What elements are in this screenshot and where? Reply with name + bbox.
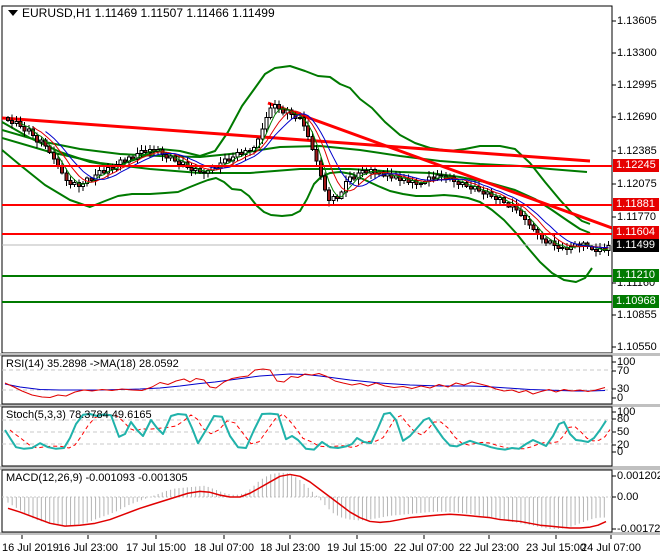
rsi-axis-label: 0: [617, 392, 624, 404]
macd-axis-label: 0.001202: [617, 470, 660, 482]
price-badge-1.10968: 1.10968: [613, 295, 659, 308]
main-plot-area[interactable]: [1, 5, 613, 354]
time-axis-label: 17 Jul 15:00: [126, 542, 186, 554]
symbol-dropdown-icon[interactable]: [8, 10, 18, 16]
price-badge-1.11499: 1.11499: [613, 239, 659, 252]
price-badge-1.12245: 1.12245: [613, 159, 659, 172]
chart-title: EURUSD,H1 1.11469 1.11507 1.11466 1.1149…: [22, 6, 275, 20]
time-axis-label: 16 Jul 2019: [2, 542, 59, 554]
time-axis-label: 23 Jul 15:00: [526, 542, 586, 554]
time-axis-label: 16 Jul 23:00: [58, 542, 118, 554]
stoch-indicator-label: Stoch(5,3,3) 78.3784 49.6165: [6, 409, 152, 421]
price-axis-label: 1.12385: [617, 145, 657, 157]
time-axis-label: 22 Jul 07:00: [394, 542, 454, 554]
time-axis-label: 22 Jul 23:00: [459, 542, 519, 554]
price-axis-label: 1.11770: [617, 211, 656, 223]
macd-axis-label: -0.001726: [617, 523, 660, 535]
price-axis-label: 1.12075: [617, 178, 657, 190]
rsi-indicator-label: RSI(14) 35.2898 ->MA(18) 28.0592: [6, 358, 179, 370]
macd-axis-label: 0.00: [617, 491, 639, 503]
price-axis-label: 1.10855: [617, 309, 657, 321]
price-badge-1.11881: 1.11881: [613, 198, 659, 211]
price-axis-label: 1.10550: [617, 341, 657, 353]
mt4-chart-window: EURUSD,H1 1.11469 1.11507 1.11466 1.1149…: [0, 0, 660, 560]
stoch-axis-label: 50: [617, 426, 630, 438]
time-axis-label: 19 Jul 15:00: [327, 542, 387, 554]
price-badge-1.11210: 1.11210: [613, 269, 659, 282]
price-badge-1.11604: 1.11604: [613, 226, 659, 239]
time-axis-label: 24 Jul 07:00: [581, 542, 641, 554]
stoch-axis-label: 80: [617, 413, 630, 425]
price-axis-label: 1.12690: [617, 111, 657, 123]
panel-divider-3[interactable]: [0, 466, 660, 470]
rsi-axis-label: 70: [617, 365, 630, 377]
price-axis-label: 1.13605: [617, 15, 657, 27]
stoch-axis-label: 0: [617, 446, 624, 458]
macd-indicator-label: MACD(12,26,9) -0.001093 -0.001305: [6, 472, 188, 484]
time-axis-label: 18 Jul 23:00: [260, 542, 320, 554]
price-axis-label: 1.13300: [617, 47, 657, 59]
time-axis-label: 18 Jul 07:00: [194, 542, 254, 554]
price-axis-label: 1.12995: [617, 79, 657, 91]
